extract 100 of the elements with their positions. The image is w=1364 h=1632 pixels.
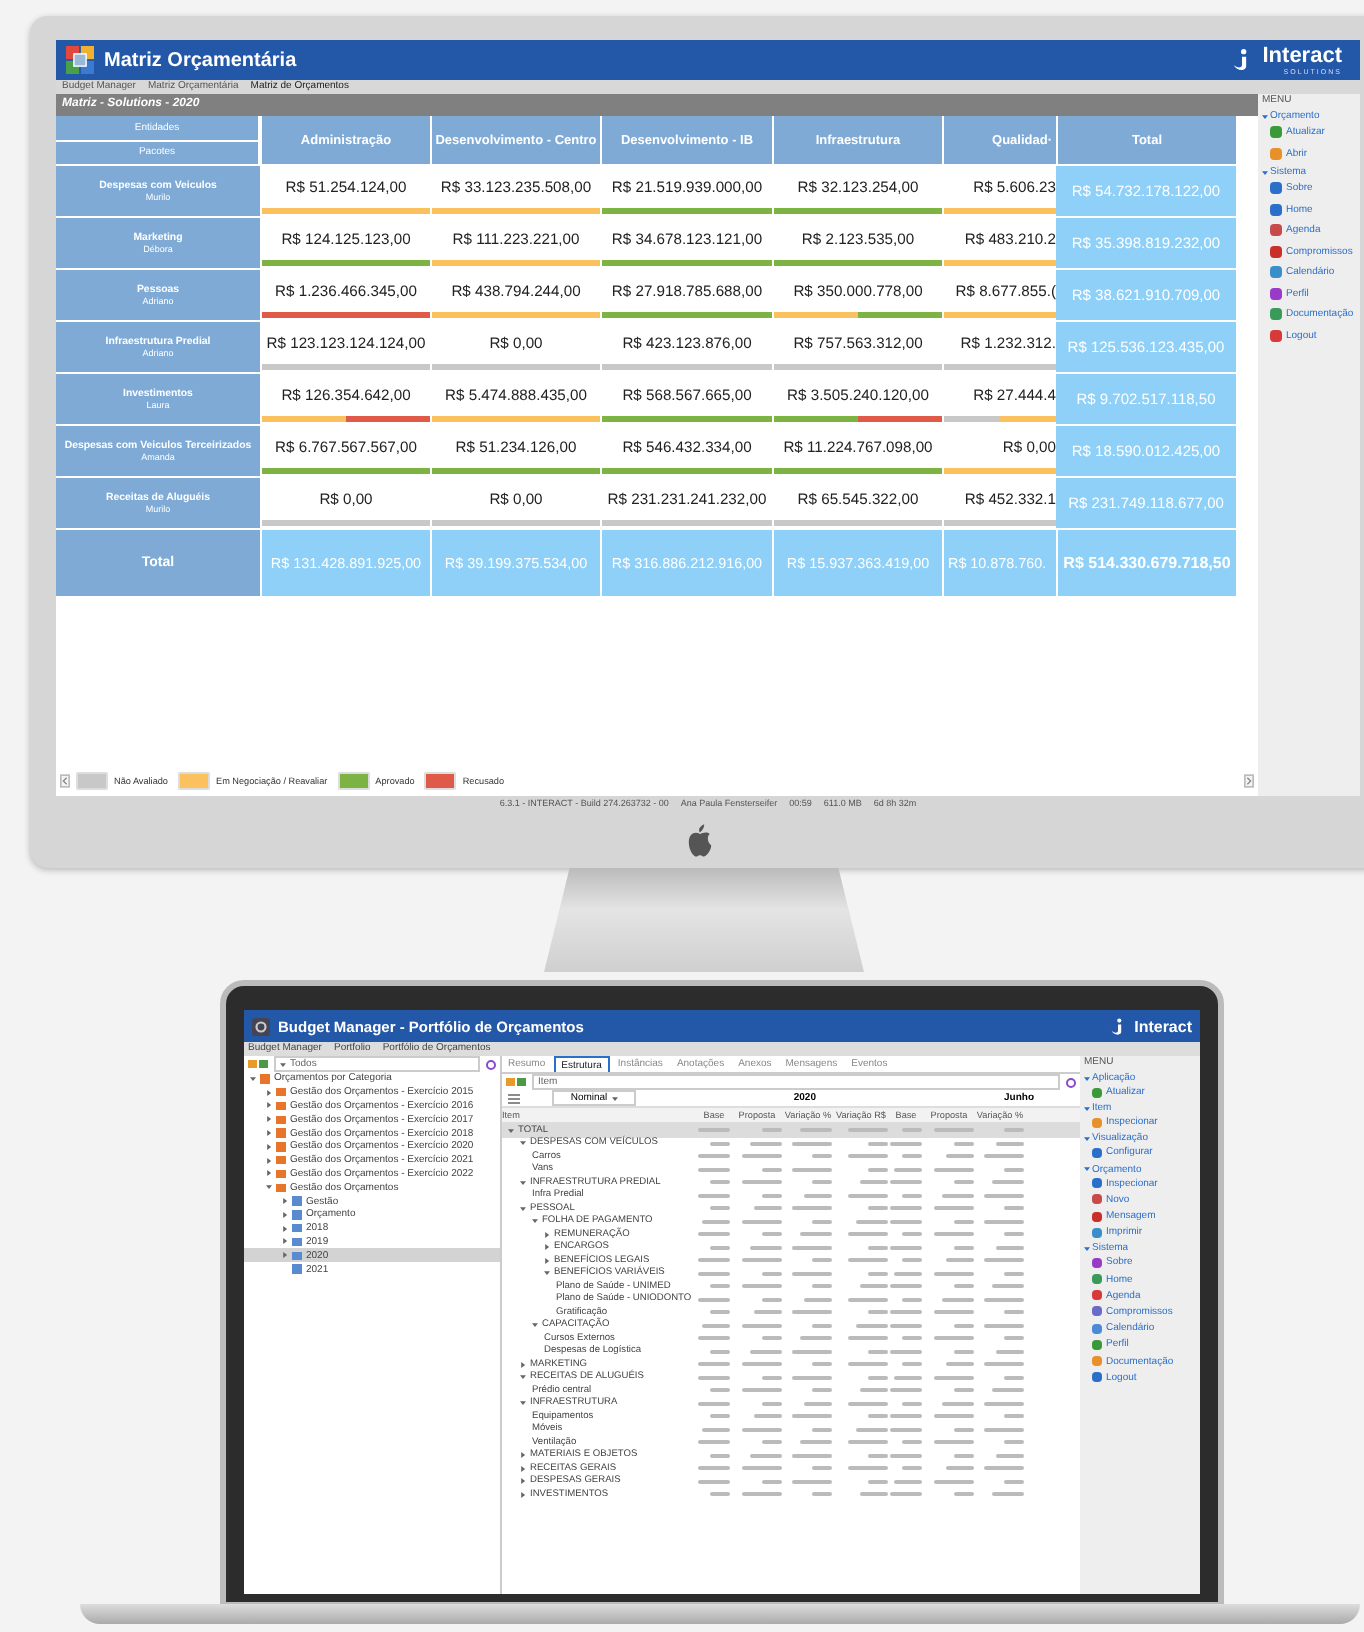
blurred-value	[812, 1284, 832, 1289]
blurred-value	[848, 1193, 888, 1198]
blurred-value	[894, 1375, 922, 1380]
blurred-value	[996, 1141, 1024, 1146]
blurred-value	[954, 1453, 974, 1458]
blurred-value	[934, 1336, 974, 1341]
blurred-value	[812, 1492, 832, 1497]
blurred-value	[996, 1245, 1024, 1250]
menu-icon[interactable]	[508, 1093, 520, 1103]
blurred-value	[754, 1414, 782, 1419]
blurred-value	[812, 1219, 832, 1224]
blurred-value	[698, 1167, 730, 1172]
gear-icon	[252, 1017, 270, 1035]
blurred-value	[984, 1219, 1024, 1224]
blurred-value	[742, 1427, 782, 1432]
table-cell: R$ 514.330.679.718,50	[1056, 528, 1236, 596]
expand-toggle[interactable]	[532, 1322, 538, 1329]
blurred-value	[848, 1401, 888, 1406]
blurred-value	[942, 1193, 974, 1198]
expand-toggle[interactable]	[520, 1179, 526, 1186]
blurred-value	[710, 1141, 730, 1146]
blurred-value	[984, 1154, 1024, 1159]
blurred-value	[698, 1271, 730, 1276]
blurred-value	[984, 1297, 1024, 1302]
blurred-value	[954, 1427, 974, 1432]
blurred-value	[812, 1180, 832, 1185]
blurred-value	[848, 1154, 888, 1159]
blurred-value	[762, 1336, 782, 1341]
blurred-value	[848, 1466, 888, 1471]
blurred-value	[812, 1388, 832, 1393]
blurred-value	[848, 1128, 888, 1133]
blurred-value	[934, 1375, 974, 1380]
search-icon[interactable]	[1066, 1077, 1076, 1087]
blurred-value	[750, 1141, 782, 1146]
blurred-value	[762, 1440, 782, 1445]
blurred-value	[698, 1479, 730, 1484]
caret-icon	[1084, 1105, 1090, 1112]
blurred-value	[800, 1336, 832, 1341]
blurred-value	[984, 1193, 1024, 1198]
blurred-value	[792, 1141, 832, 1146]
blurred-value	[934, 1271, 974, 1276]
blurred-value	[698, 1401, 730, 1406]
blurred-value	[698, 1232, 730, 1237]
blurred-value	[812, 1323, 832, 1328]
blurred-value	[762, 1297, 782, 1302]
blurred-value	[992, 1388, 1024, 1393]
blurred-value	[984, 1427, 1024, 1432]
tree-tools-icon[interactable]	[248, 1060, 268, 1068]
blurred-value	[710, 1492, 730, 1497]
caret-icon	[611, 1095, 618, 1101]
blurred-value	[750, 1245, 782, 1250]
scroll-right-button[interactable]	[1244, 773, 1254, 787]
scroll-left-button[interactable]	[60, 773, 70, 787]
blurred-value	[800, 1128, 832, 1133]
blurred-value	[698, 1154, 730, 1159]
blurred-value	[698, 1336, 730, 1341]
blurred-value	[812, 1154, 832, 1159]
blurred-value	[762, 1232, 782, 1237]
tree-tools-icon[interactable]	[506, 1078, 526, 1086]
blurred-value	[710, 1284, 730, 1289]
blurred-value	[984, 1323, 1024, 1328]
caret-icon	[1084, 1166, 1090, 1173]
blurred-value	[996, 1453, 1024, 1458]
blurred-value	[750, 1349, 782, 1354]
blurred-value	[792, 1453, 832, 1458]
blurred-value	[934, 1128, 974, 1133]
blurred-value	[792, 1375, 832, 1380]
blurred-value	[742, 1258, 782, 1263]
blurred-value	[698, 1466, 730, 1471]
blurred-value	[984, 1466, 1024, 1471]
blurred-value	[804, 1297, 832, 1302]
blurred-value	[934, 1440, 974, 1445]
blurred-value	[1004, 1336, 1024, 1341]
blurred-value	[742, 1362, 782, 1367]
blurred-value	[710, 1180, 730, 1185]
blurred-value	[848, 1258, 888, 1263]
blurred-value	[1004, 1206, 1024, 1211]
caret-icon	[1084, 1245, 1090, 1252]
blurred-value	[934, 1167, 974, 1172]
blurred-value	[954, 1284, 974, 1289]
blurred-value	[710, 1349, 730, 1354]
blurred-value	[742, 1388, 782, 1393]
blurred-value	[954, 1245, 974, 1250]
expand-toggle[interactable]	[520, 1400, 526, 1407]
blurred-value	[942, 1297, 974, 1302]
blurred-value	[946, 1466, 974, 1471]
apple-icon	[686, 824, 714, 858]
blurred-value	[742, 1154, 782, 1159]
blurred-value	[710, 1245, 730, 1250]
blurred-value	[934, 1310, 974, 1315]
blurred-value	[792, 1206, 832, 1211]
blurred-value	[742, 1323, 782, 1328]
blurred-value	[992, 1180, 1024, 1185]
search-icon[interactable]	[486, 1059, 496, 1069]
blurred-value	[848, 1362, 888, 1367]
blurred-value	[996, 1349, 1024, 1354]
blurred-value	[804, 1193, 832, 1198]
expand-toggle[interactable]	[250, 1075, 256, 1082]
blurred-value	[710, 1206, 730, 1211]
blurred-value	[1004, 1414, 1024, 1419]
